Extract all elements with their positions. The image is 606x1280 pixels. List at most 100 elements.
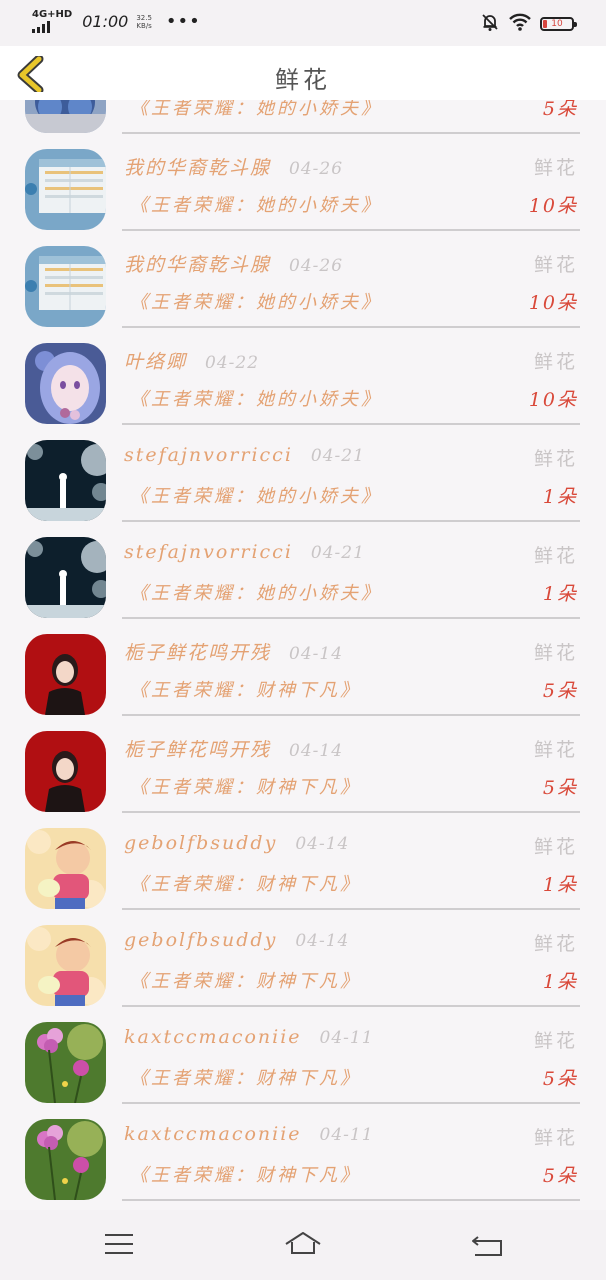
sender-line: 栀子鲜花鸣开残 04-14 xyxy=(124,735,343,762)
sender-line: 我的华裔乾斗腺 04-26 xyxy=(124,153,343,180)
record-date: 04-21 xyxy=(310,446,365,466)
page-title: 鲜花 xyxy=(275,66,331,94)
speed-unit: KB/s xyxy=(136,21,152,30)
signal-indicator: 4G+HD xyxy=(32,10,72,33)
record-row[interactable]: stefajnvorricci 04-21 鲜花 《王者荣耀：她的小娇夫》 1朵 xyxy=(0,422,606,522)
gift-type: 鲜花 xyxy=(533,933,578,955)
book-title[interactable]: 《王者荣耀：财神下凡》 xyxy=(130,1161,361,1187)
mute-bell-icon xyxy=(480,12,500,36)
sender-name[interactable]: gebolfbsuddy xyxy=(124,929,277,951)
record-date: 04-11 xyxy=(319,1125,374,1145)
record-row[interactable]: 栀子鲜花鸣开残 04-14 鲜花《王者荣耀：财神下凡》 5朵 xyxy=(0,713,606,813)
menu-icon xyxy=(105,1234,133,1254)
flower-count: 5朵 xyxy=(542,100,578,120)
flower-count: 5朵 xyxy=(542,680,578,702)
sender-line: gebolfbsuddy 04-14 xyxy=(124,929,349,951)
record-date: 04-14 xyxy=(289,741,344,761)
sender-name[interactable]: 栀子鲜花鸣开残 xyxy=(124,642,271,664)
book-title[interactable]: 《王者荣耀：她的小娇夫》 xyxy=(130,579,382,605)
avatar-red-girl[interactable] xyxy=(25,634,106,715)
record-date: 04-21 xyxy=(310,543,365,563)
flower-count: 10朵 xyxy=(528,389,578,411)
avatar-cartoon-boy[interactable] xyxy=(25,925,106,1006)
record-date: 04-14 xyxy=(289,644,344,664)
flower-count: 1朵 xyxy=(542,486,578,508)
book-title[interactable]: 《王者荣耀：她的小娇夫》 xyxy=(130,100,382,120)
gift-type: 鲜花 xyxy=(533,739,578,761)
avatar-night-tree[interactable] xyxy=(25,440,106,521)
book-title[interactable]: 《王者荣耀：财神下凡》 xyxy=(130,1064,361,1090)
battery-icon: 10 xyxy=(540,17,577,31)
flower-count: 1朵 xyxy=(542,971,578,993)
sender-name[interactable]: stefajnvorricci xyxy=(124,541,293,563)
record-rows: 《王者荣耀：她的小娇夫》 5朵 我的华裔乾斗腺 04-26 鲜花 《王者荣耀：她的小娇夫》… xyxy=(0,100,606,1201)
avatar-crown[interactable] xyxy=(25,100,106,133)
sender-line: 叶络卿 04-22 xyxy=(124,347,259,374)
avatar-anime-girl[interactable] xyxy=(25,343,106,424)
book-title[interactable]: 《王者荣耀：财神下凡》 xyxy=(130,676,361,702)
flower-count: 5朵 xyxy=(542,777,578,799)
record-row[interactable]: kaxtccmaconiie 04-11 鲜花 《王者荣耀：财神下凡》 5朵 xyxy=(0,1004,606,1104)
sender-name[interactable]: 叶络卿 xyxy=(124,351,187,373)
home-button[interactable] xyxy=(283,1228,323,1262)
row-divider xyxy=(122,1199,580,1201)
flower-count: 10朵 xyxy=(528,292,578,314)
book-title[interactable]: 《王者荣耀：财神下凡》 xyxy=(130,967,361,993)
network-speed: 32.5 KB/s xyxy=(136,14,152,30)
record-row[interactable]: gebolfbsuddy 04-14 鲜花《王者荣耀：财神下凡》 1朵 xyxy=(0,907,606,1007)
record-date: 04-11 xyxy=(319,1028,374,1048)
record-row[interactable]: 叶络卿 04-22 鲜花 《王者荣耀：她的小娇夫》 10朵 xyxy=(0,325,606,425)
back-icon xyxy=(472,1236,502,1256)
record-date: 04-26 xyxy=(289,256,344,276)
flower-count: 1朵 xyxy=(542,583,578,605)
record-date: 04-22 xyxy=(205,353,260,373)
back-nav-button[interactable] xyxy=(467,1228,507,1262)
sender-name[interactable]: stefajnvorricci xyxy=(124,444,293,466)
record-row[interactable]: gebolfbsuddy 04-14 鲜花 《王者荣耀：财神下凡》 1朵 xyxy=(0,810,606,910)
battery-level: 10 xyxy=(551,19,563,29)
record-date: 04-14 xyxy=(295,931,350,951)
gift-type: 鲜花 xyxy=(533,1030,578,1052)
sender-name[interactable]: 我的华裔乾斗腺 xyxy=(124,254,271,276)
menu-button[interactable] xyxy=(100,1228,140,1262)
book-title[interactable]: 《王者荣耀：她的小娇夫》 xyxy=(130,482,382,508)
avatar-flower[interactable] xyxy=(25,1119,106,1200)
sender-name[interactable]: kaxtccmaconiie xyxy=(124,1026,302,1048)
avatar-night-tree[interactable] xyxy=(25,537,106,618)
book-title[interactable]: 《王者荣耀：她的小娇夫》 xyxy=(130,191,382,217)
signal-bars-icon xyxy=(32,21,50,33)
flower-count: 5朵 xyxy=(542,1165,578,1187)
sender-name[interactable]: 我的华裔乾斗腺 xyxy=(124,157,271,179)
gift-type: 鲜花 xyxy=(533,545,578,567)
sender-name[interactable]: kaxtccmaconiie xyxy=(124,1123,302,1145)
sender-line: 我的华裔乾斗腺 04-26 xyxy=(124,250,343,277)
status-bar: 4G+HD 01:00 32.5 KB/s ••• 10 xyxy=(0,0,606,46)
sender-line: 栀子鲜花鸣开残 04-14 xyxy=(124,638,343,665)
record-row[interactable]: 我的华裔乾斗腺 04-26 鲜花 《王者荣耀：她的小娇夫》 10朵 xyxy=(0,131,606,231)
avatar-cartoon-boy[interactable] xyxy=(25,828,106,909)
record-row[interactable]: 我的华裔乾斗腺 04-26 鲜花《王者荣耀：她的小娇夫》 10朵 xyxy=(0,228,606,328)
book-title[interactable]: 《王者荣耀：财神下凡》 xyxy=(130,870,361,896)
record-row[interactable]: 栀子鲜花鸣开残 04-14 鲜花《王者荣耀：财神下凡》 5朵 xyxy=(0,616,606,716)
sender-name[interactable]: gebolfbsuddy xyxy=(124,832,277,854)
avatar-red-girl[interactable] xyxy=(25,731,106,812)
sender-line: stefajnvorricci 04-21 xyxy=(124,444,365,466)
avatar-screenshot[interactable] xyxy=(25,149,106,230)
record-date: 04-26 xyxy=(289,159,344,179)
avatar-flower[interactable] xyxy=(25,1022,106,1103)
gift-type: 鲜花 xyxy=(533,157,578,179)
gift-type: 鲜花 xyxy=(533,642,578,664)
book-title[interactable]: 《王者荣耀：她的小娇夫》 xyxy=(130,288,382,314)
book-title[interactable]: 《王者荣耀：财神下凡》 xyxy=(130,773,361,799)
speed-value: 32.5 xyxy=(136,13,152,22)
avatar-screenshot[interactable] xyxy=(25,246,106,327)
book-title[interactable]: 《王者荣耀：她的小娇夫》 xyxy=(130,385,382,411)
record-row[interactable]: kaxtccmaconiie 04-11 鲜花 《王者荣耀：财神下凡》 5朵 xyxy=(0,1101,606,1201)
flower-record-list[interactable]: 《王者荣耀：她的小娇夫》 5朵 我的华裔乾斗腺 04-26 鲜花 《王者荣耀：她的小娇夫》… xyxy=(0,100,606,1210)
sender-name[interactable]: 栀子鲜花鸣开残 xyxy=(124,739,271,761)
record-row[interactable]: 《王者荣耀：她的小娇夫》 5朵 xyxy=(0,100,606,134)
record-row[interactable]: stefajnvorricci 04-21 鲜花《王者荣耀：她的小娇夫》 1朵 xyxy=(0,519,606,619)
flower-count: 1朵 xyxy=(542,874,578,896)
clock: 01:00 xyxy=(82,12,129,31)
gift-type: 鲜花 xyxy=(533,254,578,276)
